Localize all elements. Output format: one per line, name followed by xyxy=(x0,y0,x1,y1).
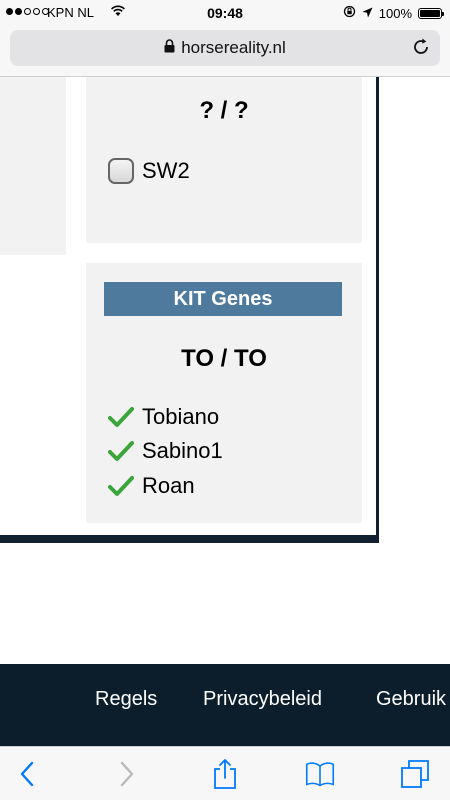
kit-gene-panel: KIT Genes TO / TO Tobiano Sabino1 Roan xyxy=(86,263,362,523)
rotation-lock-icon xyxy=(343,5,356,21)
lock-icon xyxy=(164,38,175,58)
footer-link-privacybeleid[interactable]: Privacybeleid xyxy=(203,688,322,711)
footer-link-regels[interactable]: Regels xyxy=(95,688,157,711)
gene-label: Sabino1 xyxy=(142,438,223,463)
browser-url-area: horsereality.nl xyxy=(0,26,450,77)
url-text: horsereality.nl xyxy=(181,38,286,57)
battery-percentage: 100% xyxy=(378,5,412,21)
bookmarks-icon[interactable] xyxy=(305,759,335,789)
gene-row-roan[interactable]: Roan xyxy=(108,473,195,499)
address-bar[interactable]: horsereality.nl xyxy=(10,30,440,66)
check-icon xyxy=(108,441,134,461)
forward-icon[interactable] xyxy=(112,759,142,789)
checkbox-unchecked[interactable] xyxy=(108,158,134,184)
status-indicators: 100% xyxy=(343,5,444,21)
site-footer: Regels Privacybeleid Gebruik xyxy=(0,664,450,746)
left-gene-panel xyxy=(0,77,66,255)
gene-label: SW2 xyxy=(142,158,190,183)
extension-genotype: ? / ? xyxy=(199,97,249,124)
extension-gene-panel: ? / ? SW2 xyxy=(86,77,362,243)
gene-row-sabino1[interactable]: Sabino1 xyxy=(108,438,223,464)
browser-toolbar xyxy=(0,746,450,800)
footer-link-gebruik[interactable]: Gebruik xyxy=(376,688,446,711)
kit-genes-header: KIT Genes xyxy=(104,282,342,316)
reload-icon[interactable] xyxy=(410,36,432,63)
location-arrow-icon xyxy=(362,6,373,21)
gene-row-tobiano[interactable]: Tobiano xyxy=(108,404,219,430)
share-icon[interactable] xyxy=(210,759,240,789)
content-card-bottom-border xyxy=(0,535,379,543)
check-icon xyxy=(108,407,134,427)
kit-genotype: TO / TO xyxy=(181,345,267,372)
check-icon xyxy=(108,476,134,496)
status-bar: KPN NL 09:48 100% xyxy=(0,0,450,26)
tabs-icon[interactable] xyxy=(400,759,430,789)
gene-label: Tobiano xyxy=(142,404,220,429)
back-icon[interactable] xyxy=(12,759,42,789)
gene-row-sw2[interactable]: SW2 xyxy=(108,158,190,184)
gene-label: Roan xyxy=(142,473,195,498)
battery-icon xyxy=(418,7,444,19)
